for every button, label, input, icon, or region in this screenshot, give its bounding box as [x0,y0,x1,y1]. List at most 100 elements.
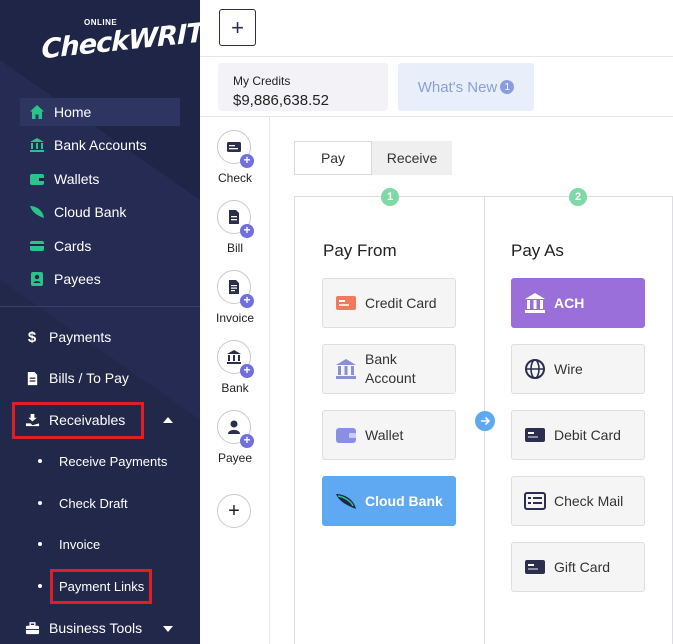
sidebar-section-bills[interactable]: Bills / To Pay [20,364,190,392]
sidebar-item-label: Cards [54,238,92,254]
quick-action-bill[interactable]: + Bill [200,200,270,260]
quick-action-label: Check [217,171,252,185]
expand-caret-icon[interactable] [163,626,173,632]
sidebar-item-payees[interactable]: Payees [20,265,180,293]
pay-from-bank-account[interactable]: Bank Account [322,344,456,394]
sidebar-item-wallets[interactable]: Wallets [20,165,180,193]
payment-flow-panel: 1 Pay From Credit Card Bank Account Wall… [294,188,673,644]
debit-card-icon [524,424,546,446]
quick-action-invoice[interactable]: + Invoice [200,270,270,330]
option-label-line1: Bank [365,351,397,367]
sidebar-section-payments[interactable]: $ Payments [20,323,190,351]
sidebar-subitem-invoice[interactable]: Invoice [38,534,100,554]
option-label: Check Mail [554,493,624,509]
whats-new-button[interactable]: What's New 1 [398,63,534,111]
sidebar-subitem-label: Receive Payments [59,453,168,469]
add-badge-icon: + [240,224,254,238]
pay-as-gift-card[interactable]: Gift Card [511,542,645,592]
pay-as-debit-card[interactable]: Debit Card [511,410,645,460]
wallet-icon [335,424,357,446]
sidebar-item-label: Bank Accounts [54,137,147,153]
sidebar: ONLINE CheckWRITER Home Bank Accounts Wa… [0,0,200,644]
credits-bar: My Credits $9,886,638.52 What's New 1 [200,57,673,117]
pay-as-wire[interactable]: Wire [511,344,645,394]
pay-as-ach[interactable]: ACH [511,278,645,328]
sidebar-item-cards[interactable]: Cards [20,232,180,260]
option-label: Gift Card [554,559,611,575]
bullet-icon [38,501,42,505]
tab-receive[interactable]: Receive [372,141,452,175]
receivables-highlight-box [12,402,144,439]
wallet-icon [28,170,46,188]
option-label: Credit Card [365,295,437,311]
bullet-icon [38,542,42,546]
add-badge-icon: + [240,434,254,448]
option-label: Wallet [365,427,404,443]
add-badge-icon: + [240,294,254,308]
credits-panel: My Credits $9,886,638.52 [218,63,388,111]
sidebar-section-label: Payments [49,329,112,345]
credit-card-icon [335,292,357,314]
quick-action-label: Bank [221,381,249,395]
sidebar-section-label: Bills / To Pay [49,370,129,386]
pay-from-wallet[interactable]: Wallet [322,410,456,460]
add-badge-icon: + [240,154,254,168]
sidebar-item-cloud-bank[interactable]: Cloud Bank [20,198,180,226]
sidebar-subitem-label: Invoice [59,536,101,552]
sidebar-section-label: Business Tools [49,620,143,636]
sidebar-item-label: Payees [54,271,101,287]
sidebar-item-bank-accounts[interactable]: Bank Accounts [20,131,180,159]
sidebar-subitem-receive-payments[interactable]: Receive Payments [38,451,167,471]
step-badge-2: 2 [569,188,587,206]
sidebar-item-label: Wallets [54,171,100,187]
quick-action-label: Payee [217,451,253,465]
add-button[interactable]: + [219,9,256,46]
sidebar-subitem-label: Check Draft [59,495,128,511]
option-label: Cloud Bank [365,493,443,509]
cloud-bank-icon [335,490,357,512]
quick-actions-column: + Check + Bill + Invoice + Bank + Payee … [200,117,270,644]
pay-from-cloud-bank[interactable]: Cloud Bank [322,476,456,526]
quick-action-payee[interactable]: + Payee [200,410,270,470]
credits-value: $9,886,638.52 [233,92,329,109]
bank-icon [335,358,357,380]
option-label: ACH [554,295,585,311]
globe-icon [524,358,546,380]
pay-receive-toggle: Pay Receive [294,141,452,175]
sidebar-item-label: Cloud Bank [54,204,127,220]
quick-action-label: Invoice [215,311,255,325]
sidebar-subitem-check-draft[interactable]: Check Draft [38,493,128,513]
check-mail-icon [524,490,546,512]
sidebar-item-label: Home [54,104,92,120]
collapse-caret-icon[interactable] [163,417,173,423]
pay-as-check-mail[interactable]: Check Mail [511,476,645,526]
option-label-line2: Account [365,370,416,386]
arrow-right-icon [475,411,495,431]
checkwriter-logo[interactable]: ONLINE CheckWRITER [40,14,200,74]
bullet-icon [38,459,42,463]
document-icon [24,369,40,387]
sidebar-item-home[interactable]: Home [20,98,180,126]
whats-new-label: What's New [417,78,498,96]
quick-action-label: Bill [226,241,243,255]
pay-from-title: Pay From [323,241,397,260]
pay-from-credit-card[interactable]: Credit Card [322,278,456,328]
gift-card-icon [524,556,546,578]
card-icon [28,237,46,255]
main-content: Pay Receive 1 Pay From Credit Card Bank … [271,117,673,644]
option-label: Bank Account [365,350,416,388]
quick-action-bank[interactable]: + Bank [200,340,270,400]
dollar-icon: $ [27,328,37,346]
briefcase-icon [24,619,40,637]
option-label: Debit Card [554,427,621,443]
payees-icon [28,270,46,288]
quick-action-check[interactable]: + Check [200,130,270,190]
quick-add-button[interactable]: + [217,494,251,528]
payment-links-highlight-box [50,569,152,604]
tab-pay[interactable]: Pay [294,141,372,175]
sidebar-divider [0,306,200,307]
add-badge-icon: + [240,364,254,378]
credits-label: My Credits [233,74,291,88]
top-bar: + [200,0,673,57]
bullet-icon [38,584,42,588]
